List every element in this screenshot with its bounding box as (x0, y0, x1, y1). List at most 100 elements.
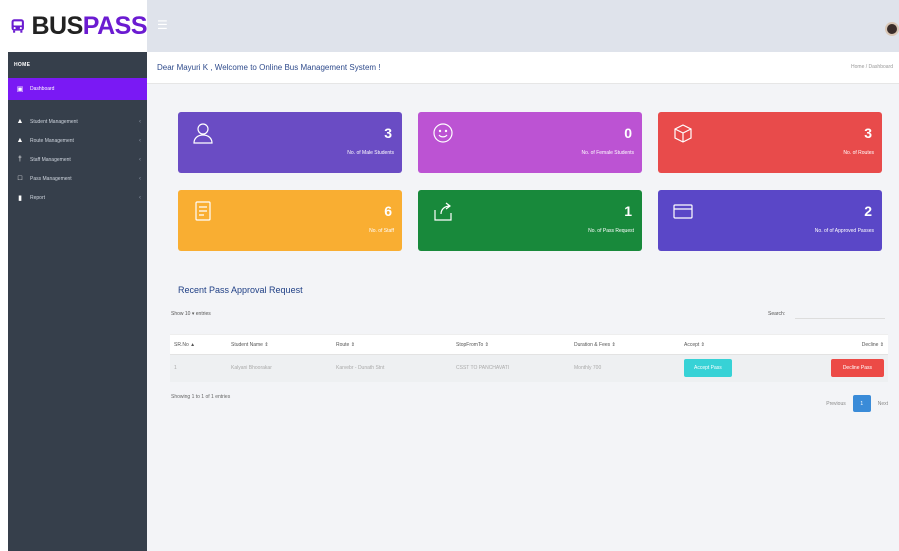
section-title: Recent Pass Approval Request (178, 285, 303, 295)
graduation-icon: ▲ (16, 118, 24, 125)
user-avatar[interactable] (885, 22, 899, 36)
sidebar-item-staff-management[interactable]: † Staff Management ‹ (8, 150, 147, 169)
sidebar: HOME ▣ Dashboard ▲ Student Management ‹ … (8, 52, 147, 551)
brand-logo[interactable]: BUSPASS (0, 0, 148, 52)
sidebar-item-label: Staff Management (30, 156, 71, 163)
column-label: Accept (684, 341, 700, 348)
sidebar-item-dashboard[interactable]: ▣ Dashboard (8, 78, 147, 100)
cell-student: Kalyani Bhoorakar (227, 354, 332, 382)
chevron-left-icon: ‹ (139, 156, 141, 163)
next-page-button[interactable]: Next (875, 397, 891, 411)
cell-accept: Accept Pass (680, 354, 780, 382)
document-icon (195, 201, 211, 221)
stat-label: No. of Male Students (347, 150, 394, 156)
sidebar-item-label: Pass Management (30, 175, 72, 182)
cell-decline: Decline Pass (780, 354, 888, 382)
chevron-left-icon: ‹ (139, 137, 141, 144)
stat-card-staff[interactable]: 6 No. of Staff (178, 190, 402, 251)
column-header-route[interactable]: Route ⇕ (332, 334, 452, 355)
column-header-sr[interactable]: SR.No ▲ (170, 334, 227, 355)
top-bar: ☰ (147, 0, 899, 52)
sidebar-item-label: Route Management (30, 137, 74, 144)
brand-name-bus: BUS (31, 11, 83, 40)
sidebar-header: HOME (14, 62, 31, 68)
cell-duration: Monthly 700 (570, 354, 680, 382)
column-label: Student Name (231, 341, 263, 348)
table-row: 1 Kalyani Bhoorakar Karvebr - Dunath Stn… (170, 354, 888, 382)
stat-label: No. of Pass Request (588, 228, 634, 234)
table-info: Showing 1 to 1 of 1 entries (171, 394, 231, 400)
search-input[interactable] (795, 308, 885, 319)
chevron-left-icon: ‹ (139, 118, 141, 125)
entries-label: entries (195, 311, 211, 317)
card-icon (673, 204, 693, 219)
share-icon (434, 202, 452, 221)
decline-pass-button[interactable]: Decline Pass (830, 359, 884, 378)
sidebar-item-pass-management[interactable]: □ Pass Management ‹ (8, 169, 147, 188)
stat-label: No. of Female Students (581, 150, 634, 156)
sidebar-item-label: Student Management (30, 118, 78, 125)
sidebar-item-report[interactable]: ▮ Report ‹ (8, 188, 147, 207)
sidebar-item-route-management[interactable]: ▲ Route Management ‹ (8, 131, 147, 150)
column-header-student[interactable]: Student Name ⇕ (227, 334, 332, 355)
calendar-icon: ▣ (16, 86, 24, 93)
column-header-stop[interactable]: StopFromTo ⇕ (452, 334, 570, 355)
breadcrumb: Home / Dashboard (851, 64, 893, 70)
column-header-decline[interactable]: Decline ⇕ (780, 334, 888, 355)
stat-card-male-students[interactable]: 3 No. of Male Students (178, 112, 402, 173)
smile-icon (433, 123, 453, 143)
stat-card-pass-request[interactable]: 1 No. of Pass Request (418, 190, 642, 251)
stat-label: No. of Staff (369, 228, 394, 234)
stat-label: No. of of Approved Passes (814, 228, 874, 234)
column-label: Duration & Fees (574, 341, 611, 348)
column-label: Route (336, 341, 350, 348)
entries-length-control[interactable]: Show 10 ▾ entries (171, 311, 211, 317)
stat-value: 1 (624, 203, 632, 219)
show-label: Show (171, 311, 184, 317)
main-content: Dear Mayuri K , Welcome to Online Bus Ma… (147, 52, 899, 551)
cell-sr: 1 (170, 354, 227, 382)
table-header-row: SR.No ▲ Student Name ⇕ Route ⇕ StopFromT… (170, 334, 888, 355)
stat-card-female-students[interactable]: 0 No. of Female Students (418, 112, 642, 173)
pagination: Previous 1 Next (823, 395, 891, 412)
chevron-left-icon: ‹ (139, 175, 141, 182)
column-label: Decline (861, 341, 879, 348)
accept-pass-button[interactable]: Accept Pass (684, 359, 732, 378)
stat-label: No. of Routes (843, 150, 874, 156)
column-header-duration[interactable]: Duration & Fees ⇕ (570, 334, 680, 355)
welcome-message: Dear Mayuri K , Welcome to Online Bus Ma… (157, 63, 381, 72)
menu-icon[interactable]: ☰ (157, 18, 168, 32)
stat-value: 2 (864, 203, 872, 219)
search-label: Search: (768, 311, 786, 317)
brand-name: BUSPASS (31, 12, 147, 41)
entries-select[interactable]: 10 (185, 311, 191, 317)
box-icon (674, 124, 692, 143)
chevron-left-icon: ‹ (139, 194, 141, 201)
stat-value: 3 (864, 125, 872, 141)
stat-value: 0 (624, 125, 632, 141)
road-icon: ▲ (16, 137, 24, 144)
column-header-accept[interactable]: Accept ⇕ (680, 334, 780, 355)
cell-stop: CSST TO PANCHAVATI (452, 354, 570, 382)
bus-icon (11, 19, 24, 33)
square-icon: □ (17, 175, 23, 182)
sidebar-item-student-management[interactable]: ▲ Student Management ‹ (8, 112, 147, 131)
column-label: StopFromTo (456, 341, 484, 348)
stat-card-routes[interactable]: 3 No. of Routes (658, 112, 882, 173)
brand-name-pass: PASS (82, 11, 148, 40)
chevron-down-icon: ▾ (191, 311, 195, 317)
stat-card-approved-passes[interactable]: 2 No. of of Approved Passes (658, 190, 882, 251)
person-icon: † (18, 156, 22, 163)
file-icon: ▮ (18, 194, 22, 202)
page-header: Dear Mayuri K , Welcome to Online Bus Ma… (147, 52, 899, 84)
sidebar-item-label: Dashboard (30, 86, 55, 92)
stat-value: 6 (384, 203, 392, 219)
page-button-1[interactable]: 1 (852, 395, 871, 412)
previous-page-button[interactable]: Previous (823, 397, 848, 411)
pass-request-table: SR.No ▲ Student Name ⇕ Route ⇕ StopFromT… (170, 334, 888, 382)
user-icon (193, 123, 213, 144)
column-label: SR.No (174, 341, 189, 348)
cell-route: Karvebr - Dunath Stnt (332, 354, 452, 382)
stat-value: 3 (384, 125, 392, 141)
sidebar-item-label: Report (30, 194, 46, 201)
